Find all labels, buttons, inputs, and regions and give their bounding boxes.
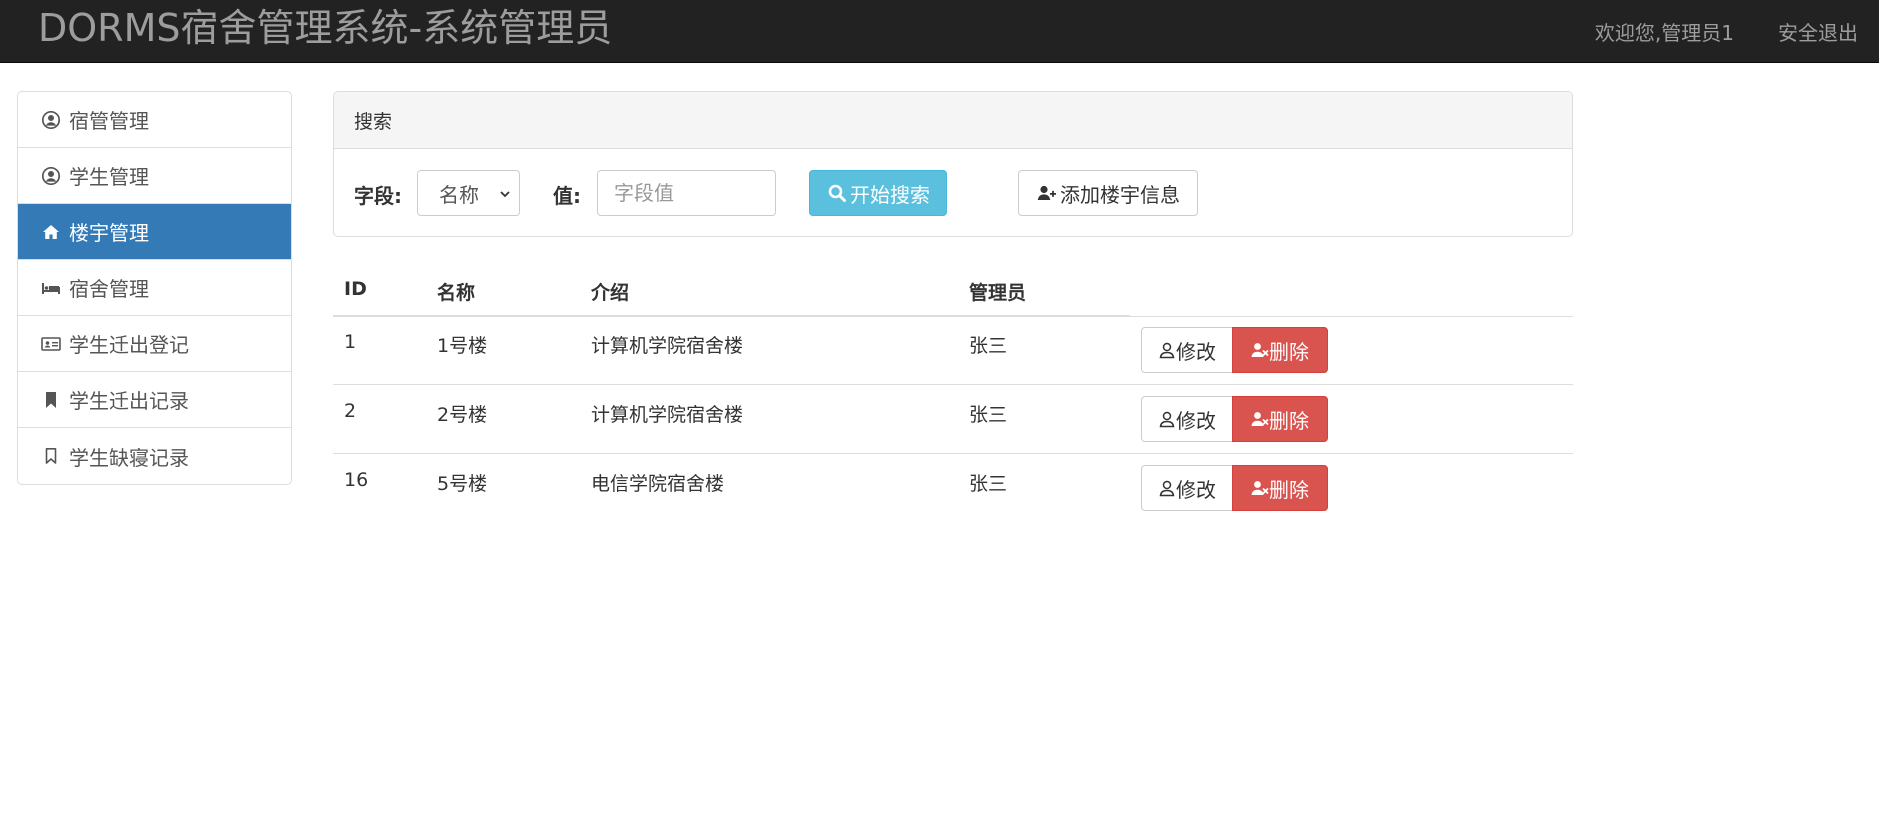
chevron-down-icon <box>500 191 510 198</box>
sidebar-item-absence-records[interactable]: 学生缺寝记录 <box>18 428 291 484</box>
edit-button[interactable]: 修改 <box>1141 396 1233 442</box>
sidebar-item-students[interactable]: 学生管理 <box>18 148 291 204</box>
user-plus-icon <box>1036 183 1058 203</box>
id-card-icon <box>41 334 61 354</box>
table-row: 1 1号楼 计算机学院宿舍楼 张三 修改 删除 <box>333 316 1573 385</box>
sidebar-item-label: 楼宇管理 <box>69 221 149 245</box>
user-circle-icon <box>41 166 61 186</box>
field-select-value: 名称 <box>439 182 479 207</box>
navbar-right: 欢迎您,管理员1 安全退出 <box>1574 0 1879 63</box>
add-building-button[interactable]: 添加楼宇信息 <box>1018 170 1198 216</box>
cell-admin: 张三 <box>969 404 1008 426</box>
logout-link[interactable]: 安全退出 <box>1757 17 1879 46</box>
cell-name: 5号楼 <box>437 473 488 495</box>
delete-button[interactable]: 删除 <box>1232 396 1328 442</box>
column-header-intro: 介绍 <box>591 282 630 304</box>
cell-id: 1 <box>344 331 357 353</box>
edit-button[interactable]: 修改 <box>1141 465 1233 511</box>
cell-intro: 计算机学院宿舍楼 <box>591 335 744 357</box>
add-building-label: 添加楼宇信息 <box>1060 182 1180 207</box>
table-row: 2 2号楼 计算机学院宿舍楼 张三 修改 删除 <box>333 385 1573 454</box>
column-header-id: ID <box>344 278 367 300</box>
cell-intro: 电信学院宿舍楼 <box>591 473 725 495</box>
search-panel: 搜索 字段: 名称 值: 开始搜索 添加楼宇信息 <box>333 91 1573 237</box>
field-label: 字段: <box>354 184 402 208</box>
cell-name: 2号楼 <box>437 404 488 426</box>
delete-label: 删除 <box>1269 477 1309 502</box>
home-icon <box>41 222 61 242</box>
delete-button[interactable]: 删除 <box>1232 327 1328 373</box>
cell-intro: 计算机学院宿舍楼 <box>591 404 744 426</box>
sidebar-item-moveout-records[interactable]: 学生迁出记录 <box>18 372 291 428</box>
cell-name: 1号楼 <box>437 335 488 357</box>
user-outline-icon <box>1158 340 1176 360</box>
user-times-icon <box>1251 340 1269 360</box>
edit-label: 修改 <box>1176 408 1216 433</box>
search-icon <box>826 183 848 203</box>
cell-admin: 张三 <box>969 335 1008 357</box>
column-header-name: 名称 <box>437 282 476 304</box>
bookmark-outline-icon <box>41 446 61 466</box>
top-navbar: DORMS宿舍管理系统-系统管理员 欢迎您,管理员1 安全退出 <box>0 0 1879 63</box>
sidebar-item-label: 宿舍管理 <box>69 277 149 301</box>
cell-id: 16 <box>344 469 369 491</box>
search-panel-heading: 搜索 <box>334 92 1572 149</box>
delete-button[interactable]: 删除 <box>1232 465 1328 511</box>
user-outline-icon <box>1158 409 1176 429</box>
search-button-label: 开始搜索 <box>850 182 930 207</box>
user-times-icon <box>1251 409 1269 429</box>
field-select[interactable]: 名称 <box>417 170 520 216</box>
edit-button[interactable]: 修改 <box>1141 327 1233 373</box>
sidebar-menu: 宿管管理 学生管理 楼宇管理 宿舍管理 学生迁出登记 学生迁出记录 学生缺寝记录 <box>17 91 292 485</box>
cell-admin: 张三 <box>969 473 1008 495</box>
edit-label: 修改 <box>1176 477 1216 502</box>
sidebar-item-label: 学生管理 <box>69 165 149 189</box>
delete-label: 删除 <box>1269 339 1309 364</box>
table-header: ID 名称 介绍 管理员 <box>333 261 1573 317</box>
sidebar-item-buildings[interactable]: 楼宇管理 <box>18 204 291 260</box>
buildings-table: ID 名称 介绍 管理员 1 1号楼 计算机学院宿舍楼 张三 修改 删除 2 2… <box>333 261 1573 523</box>
table-row: 16 5号楼 电信学院宿舍楼 张三 修改 删除 <box>333 454 1573 523</box>
sidebar-item-moveout-register[interactable]: 学生迁出登记 <box>18 316 291 372</box>
bookmark-icon <box>41 390 61 410</box>
column-header-admin: 管理员 <box>969 282 1027 304</box>
delete-label: 删除 <box>1269 408 1309 433</box>
sidebar-item-dorm-managers[interactable]: 宿管管理 <box>18 92 291 148</box>
user-times-icon <box>1251 478 1269 498</box>
edit-label: 修改 <box>1176 339 1216 364</box>
search-form: 字段: 名称 值: 开始搜索 添加楼宇信息 <box>334 149 1572 236</box>
search-button[interactable]: 开始搜索 <box>809 170 947 216</box>
sidebar-item-label: 学生迁出登记 <box>69 333 189 357</box>
cell-id: 2 <box>344 400 357 422</box>
sidebar-item-label: 学生缺寝记录 <box>69 445 189 470</box>
welcome-link[interactable]: 欢迎您,管理员1 <box>1574 17 1755 46</box>
app-brand[interactable]: DORMS宿舍管理系统-系统管理员 <box>38 6 612 50</box>
bed-icon <box>41 278 61 298</box>
value-input[interactable] <box>597 170 776 216</box>
value-label: 值: <box>553 184 581 208</box>
user-outline-icon <box>1158 478 1176 498</box>
sidebar-item-label: 宿管管理 <box>69 109 149 133</box>
user-circle-icon <box>41 110 61 130</box>
sidebar-item-dorms[interactable]: 宿舍管理 <box>18 260 291 316</box>
sidebar-item-label: 学生迁出记录 <box>69 389 189 413</box>
